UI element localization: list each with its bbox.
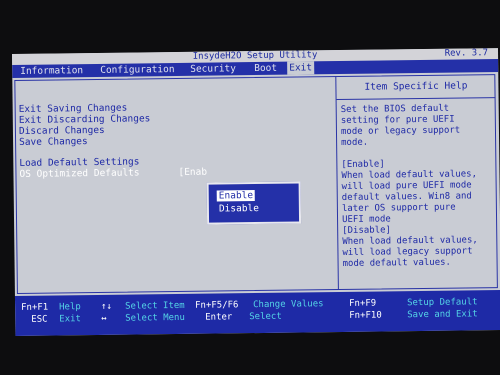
footer-key-f9: Fn+F9 bbox=[349, 298, 377, 309]
help-line: mode default values. bbox=[342, 257, 452, 269]
footer-desc-exit: Exit bbox=[59, 314, 81, 325]
menu-boot[interactable]: Boot bbox=[252, 62, 279, 75]
menu-information[interactable]: Information bbox=[18, 64, 85, 78]
footer-desc-save-exit: Save and Exit bbox=[407, 309, 478, 321]
option-os-optimized-defaults[interactable]: OS Optimized Defaults bbox=[19, 167, 139, 179]
os-optimized-value[interactable]: [Enab bbox=[178, 167, 207, 178]
menu-configuration[interactable]: Configuration bbox=[98, 63, 177, 77]
footer-key-f10: Fn+F10 bbox=[349, 310, 382, 321]
help-line: [Disable] bbox=[342, 225, 392, 236]
option-exit-discarding-changes[interactable]: Exit Discarding Changes bbox=[19, 113, 151, 126]
help-line: UEFI mode bbox=[341, 214, 391, 225]
menu-security[interactable]: Security bbox=[188, 62, 238, 76]
key-help-bar: Fn+F1 Help ESC Exit ↑↓ Select Item ↔ Sel… bbox=[14, 290, 500, 336]
footer-desc-select-item: Select Item bbox=[125, 300, 185, 312]
value-popup: Enable Disable bbox=[206, 181, 302, 225]
footer-desc-help: Help bbox=[59, 302, 81, 313]
option-discard-changes[interactable]: Discard Changes bbox=[19, 125, 105, 137]
footer-desc-setup-default: Setup Default bbox=[407, 297, 478, 309]
footer-desc-change-values: Change Values bbox=[253, 299, 324, 311]
help-line: mode. bbox=[341, 137, 369, 148]
footer-key-enter: Enter bbox=[205, 312, 233, 323]
help-line: mode or legacy support bbox=[340, 125, 461, 137]
bios-screen: InsydeH2O Setup Utility Rev. 3.7 Informa… bbox=[12, 48, 500, 336]
footer-key-leftright: ↔ bbox=[101, 313, 107, 324]
footer-key-esc: ESC bbox=[31, 314, 48, 325]
menu-exit[interactable]: Exit bbox=[287, 61, 315, 75]
popup-option-disable[interactable]: Disable bbox=[217, 203, 261, 215]
help-line: later OS support pure bbox=[341, 202, 456, 214]
footer-key-f1: Fn+F1 bbox=[21, 302, 49, 313]
footer-key-updown: ↑↓ bbox=[101, 301, 113, 312]
option-save-changes[interactable]: Save Changes bbox=[19, 136, 88, 148]
footer-desc-select: Select bbox=[249, 311, 282, 323]
footer-key-f5f6: Fn+F5/F6 bbox=[195, 300, 239, 311]
help-line: [Enable] bbox=[341, 159, 385, 170]
revision-label: Rev. 3.7 bbox=[444, 48, 489, 59]
help-title: Item Specific Help bbox=[336, 74, 496, 101]
popup-option-enable[interactable]: Enable bbox=[216, 190, 256, 202]
help-line: will load legacy support bbox=[342, 246, 473, 258]
footer-desc-select-menu: Select Menu bbox=[125, 312, 185, 324]
